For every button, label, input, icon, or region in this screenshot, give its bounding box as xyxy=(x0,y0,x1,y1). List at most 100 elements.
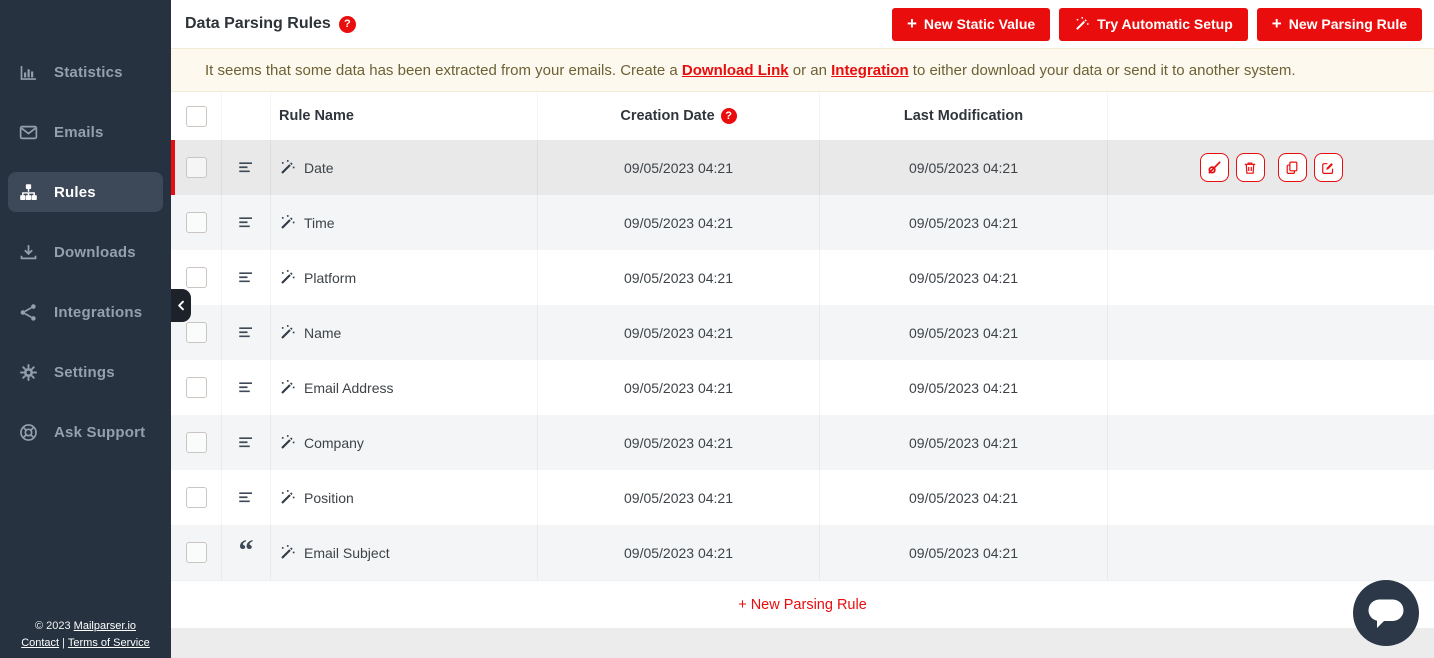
try-automatic-setup-button[interactable]: Try Automatic Setup xyxy=(1059,7,1248,41)
button-label: New Static Value xyxy=(923,16,1036,32)
brand-link[interactable]: Mailparser.io xyxy=(74,620,136,632)
table-row[interactable]: Platform 09/05/2023 04:21 09/05/2023 04:… xyxy=(171,250,1434,305)
main-content: Data Parsing Rules ? + New Static Value … xyxy=(171,0,1434,658)
magic-wand-icon xyxy=(279,379,296,396)
title-help-icon[interactable]: ? xyxy=(338,15,356,33)
header-checkbox-cell xyxy=(171,92,222,140)
sidebar-item-ask-support[interactable]: Ask Support xyxy=(8,412,163,452)
download-link[interactable]: Download Link xyxy=(682,62,789,79)
select-all-checkbox[interactable] xyxy=(185,105,207,127)
sitemap-icon xyxy=(18,182,39,203)
sidebar-item-rules[interactable]: Rules xyxy=(8,172,163,212)
chat-bubble-icon xyxy=(1353,580,1419,646)
magic-wand-icon xyxy=(279,269,296,286)
plus-icon: + xyxy=(1271,13,1282,33)
bar-chart-icon xyxy=(18,62,39,83)
last-modification-value: 09/05/2023 04:21 xyxy=(820,525,1108,580)
sidebar-item-label: Integrations xyxy=(54,303,143,321)
row-checkbox[interactable] xyxy=(185,267,207,288)
plus-icon: + xyxy=(906,13,917,33)
table-row[interactable]: Date 09/05/2023 04:21 09/05/2023 04:21 xyxy=(171,140,1434,195)
row-checkbox[interactable] xyxy=(185,487,207,508)
magic-wand-icon xyxy=(1074,16,1090,32)
terms-link[interactable]: Terms of Service xyxy=(68,637,150,649)
table-row[interactable]: “ Email Subject 09/05/2023 04:21 09/05/2… xyxy=(171,525,1434,580)
creation-date-value: 09/05/2023 04:21 xyxy=(538,360,820,415)
last-modification-value: 09/05/2023 04:21 xyxy=(820,140,1108,195)
last-modification-value: 09/05/2023 04:21 xyxy=(820,415,1108,470)
duplicate-rule-button[interactable] xyxy=(1277,153,1307,182)
align-left-icon xyxy=(237,489,255,507)
copyright-line: © 2023 Mailparser.io xyxy=(0,618,171,635)
sidebar-item-emails[interactable]: Emails xyxy=(8,112,163,152)
table-row[interactable]: Email Address 09/05/2023 04:21 09/05/202… xyxy=(171,360,1434,415)
rule-name-link[interactable]: Email Address xyxy=(304,380,393,396)
life-ring-icon xyxy=(18,422,39,443)
rule-name-link[interactable]: Platform xyxy=(304,270,356,286)
gear-icon xyxy=(18,362,39,383)
align-left-icon xyxy=(237,214,255,232)
creation-date-value: 09/05/2023 04:21 xyxy=(538,195,820,250)
creation-date-help-icon[interactable]: ? xyxy=(720,108,737,124)
row-checkbox[interactable] xyxy=(185,542,207,563)
creation-date-value: 09/05/2023 04:21 xyxy=(538,525,820,580)
table-footer: + New Parsing Rule xyxy=(171,580,1434,628)
align-left-icon xyxy=(237,269,255,287)
integration-link[interactable]: Integration xyxy=(831,62,909,79)
rule-name-link[interactable]: Time xyxy=(304,215,335,231)
new-parsing-rule-button[interactable]: + New Parsing Rule xyxy=(1256,7,1422,41)
sidebar-item-integrations[interactable]: Integrations xyxy=(8,292,163,332)
creation-date-value: 09/05/2023 04:21 xyxy=(538,470,820,525)
unassign-rule-button[interactable] xyxy=(1199,153,1229,182)
unlink-icon xyxy=(1206,159,1223,176)
table-row[interactable]: Position 09/05/2023 04:21 09/05/2023 04:… xyxy=(171,470,1434,525)
rule-name-link[interactable]: Email Subject xyxy=(304,545,390,561)
footer-divider: | xyxy=(59,636,68,649)
delete-rule-button[interactable] xyxy=(1235,153,1265,182)
sidebar-footer: © 2023 Mailparser.io Contact | Terms of … xyxy=(0,618,171,658)
table-row[interactable]: Company 09/05/2023 04:21 09/05/2023 04:2… xyxy=(171,415,1434,470)
envelope-icon xyxy=(18,122,39,143)
chat-widget-button[interactable] xyxy=(1353,580,1419,646)
sidebar: Statistics Emails Rules Downloads Integr… xyxy=(0,0,191,658)
table-row[interactable]: Time 09/05/2023 04:21 09/05/2023 04:21 xyxy=(171,195,1434,250)
sidebar-item-settings[interactable]: Settings xyxy=(8,352,163,392)
contact-link[interactable]: Contact xyxy=(21,637,59,649)
rule-name-link[interactable]: Date xyxy=(304,160,334,176)
last-modification-value: 09/05/2023 04:21 xyxy=(820,305,1108,360)
last-modification-value: 09/05/2023 04:21 xyxy=(820,360,1108,415)
legal-line: Contact | Terms of Service xyxy=(0,635,171,652)
new-static-value-button[interactable]: + New Static Value xyxy=(891,7,1051,41)
button-label: Try Automatic Setup xyxy=(1097,16,1233,32)
download-icon xyxy=(18,242,39,263)
rule-name-link[interactable]: Name xyxy=(304,325,341,341)
sidebar-item-downloads[interactable]: Downloads xyxy=(8,232,163,272)
sidebar-item-label: Settings xyxy=(54,363,115,381)
notice-text: It seems that some data has been extract… xyxy=(205,61,682,79)
edit-rule-button[interactable] xyxy=(1313,153,1343,182)
sidebar-item-statistics[interactable]: Statistics xyxy=(8,52,163,92)
notice-bar: It seems that some data has been extract… xyxy=(171,48,1434,92)
rule-name-link[interactable]: Company xyxy=(304,435,364,451)
last-modification-value: 09/05/2023 04:21 xyxy=(820,195,1108,250)
share-nodes-icon xyxy=(18,302,39,323)
row-checkbox[interactable] xyxy=(185,432,207,453)
table-row[interactable]: Name 09/05/2023 04:21 09/05/2023 04:21 xyxy=(171,305,1434,360)
magic-wand-icon xyxy=(279,214,296,231)
rule-name-link[interactable]: Position xyxy=(304,490,354,506)
sidebar-item-label: Statistics xyxy=(54,63,123,81)
row-checkbox[interactable] xyxy=(185,322,207,343)
column-header-last-modification: Last Modification xyxy=(820,92,1108,140)
add-parsing-rule-link[interactable]: + New Parsing Rule xyxy=(738,597,867,613)
magic-wand-icon xyxy=(279,434,296,451)
copyright-text: © 2023 xyxy=(34,619,74,632)
row-checkbox[interactable] xyxy=(185,212,207,233)
magic-wand-icon xyxy=(279,544,296,561)
last-modification-value: 09/05/2023 04:21 xyxy=(820,250,1108,305)
magic-wand-icon xyxy=(279,324,296,341)
magic-wand-icon xyxy=(279,159,296,176)
sidebar-nav: Statistics Emails Rules Downloads Integr… xyxy=(0,0,171,618)
row-checkbox[interactable] xyxy=(185,377,207,398)
sidebar-collapse-button[interactable] xyxy=(171,289,191,322)
row-checkbox[interactable] xyxy=(185,157,207,178)
